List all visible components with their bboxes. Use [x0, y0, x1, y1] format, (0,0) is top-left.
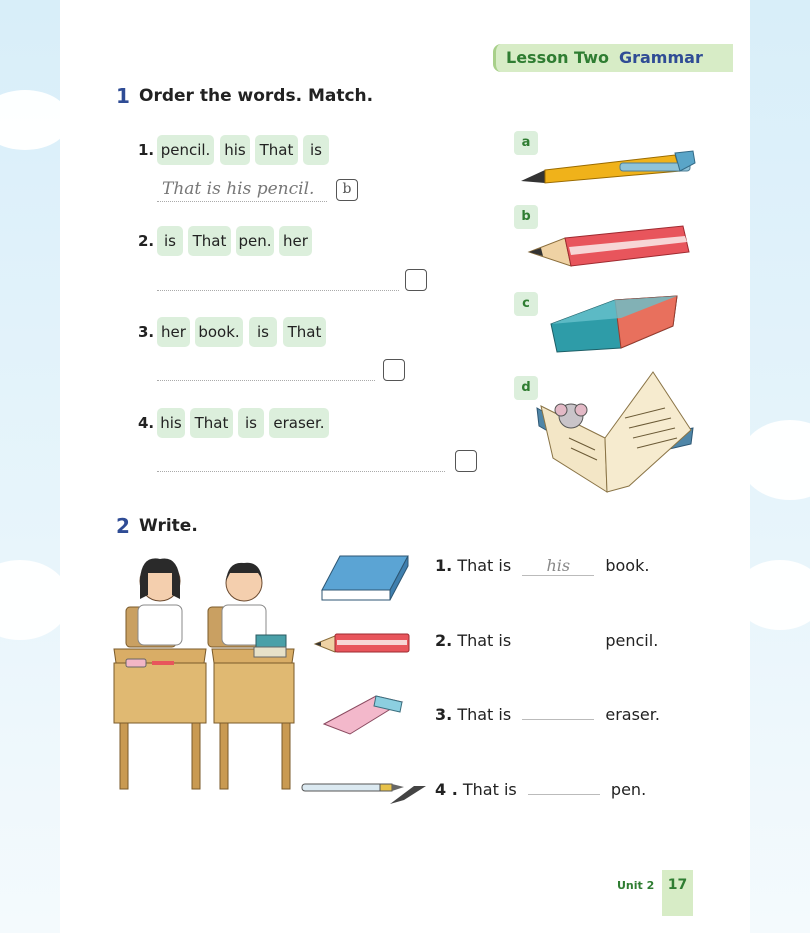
sentence-end: book.: [605, 556, 650, 575]
sentence-start: That is: [462, 780, 517, 799]
lesson-banner: Lesson Two Grammar: [493, 44, 733, 72]
match-box[interactable]: b: [336, 179, 358, 201]
book-icon: [321, 555, 409, 601]
answer-line[interactable]: [157, 380, 375, 381]
word-tile[interactable]: his: [220, 135, 250, 165]
word-tile[interactable]: her: [279, 226, 312, 256]
word-tile[interactable]: eraser.: [269, 408, 329, 438]
section-2-number: 2: [116, 514, 130, 538]
sentence-start: That is: [457, 556, 512, 575]
answer-line[interactable]: [157, 471, 445, 472]
write-sentence-3: 3. That is eraser.: [435, 705, 660, 724]
match-box[interactable]: [405, 269, 427, 291]
pencil-icon: [313, 633, 410, 653]
word-tile[interactable]: is: [249, 317, 277, 347]
word-tile[interactable]: is: [238, 408, 264, 438]
word-tile[interactable]: pen.: [236, 226, 274, 256]
word-tile[interactable]: That: [255, 135, 298, 165]
write-sentence-1: 1. That is his book.: [435, 556, 649, 576]
word-tile[interactable]: his: [157, 408, 185, 438]
answer-line[interactable]: [157, 290, 399, 291]
word-tile[interactable]: That: [188, 226, 231, 256]
match-box[interactable]: [455, 450, 477, 472]
word-tile[interactable]: is: [157, 226, 183, 256]
sentence-number: 1.: [435, 556, 453, 575]
answer-blank[interactable]: his: [522, 556, 595, 576]
word-tile[interactable]: book.: [195, 317, 243, 347]
item-number: 3.: [138, 323, 155, 341]
pencil-icon: [527, 225, 690, 267]
section-1-number: 1: [116, 84, 130, 108]
sentence-number: 4 .: [435, 780, 458, 799]
lesson-topic: Grammar: [618, 48, 703, 67]
write-sentence-4: 4 . That is pen.: [435, 780, 646, 799]
answer-blank[interactable]: [522, 719, 595, 720]
sentence-start: That is: [457, 631, 512, 650]
sentence-number: 3.: [435, 705, 453, 724]
sentence-end: pen.: [610, 780, 647, 799]
answer-text: That is his pencil.: [162, 179, 315, 199]
item-number: 1.: [138, 141, 155, 159]
word-tile[interactable]: is: [303, 135, 329, 165]
answer-blank[interactable]: [527, 794, 600, 795]
picture-letter: c: [514, 292, 538, 316]
sentence-start: That is: [457, 705, 512, 724]
pen-icon: [521, 150, 696, 184]
eraser-icon: [322, 695, 404, 735]
write-sentence-2: 2. That is pencil.: [435, 631, 658, 650]
sentence-number: 2.: [435, 631, 453, 650]
word-tile[interactable]: That: [283, 317, 326, 347]
word-tile[interactable]: pencil.: [157, 135, 214, 165]
section-1-title: Order the words. Match.: [139, 86, 374, 106]
answer-blank[interactable]: [522, 645, 594, 646]
sentence-end: pencil.: [605, 631, 659, 650]
page-number: 17: [662, 870, 693, 916]
open-book-icon: [536, 371, 694, 493]
word-tile[interactable]: her: [157, 317, 190, 347]
item-number: 4.: [138, 414, 155, 432]
match-box[interactable]: [383, 359, 405, 381]
word-tile[interactable]: That: [190, 408, 233, 438]
unit-label: Unit 2: [617, 879, 655, 892]
sentence-end: eraser.: [605, 705, 660, 724]
eraser-icon: [550, 295, 678, 353]
section-2-title: Write.: [139, 516, 198, 536]
pen-icon: [301, 783, 426, 804]
item-number: 2.: [138, 232, 155, 250]
lesson-label: Lesson Two: [506, 48, 609, 67]
answer-line: [157, 201, 327, 202]
children-at-desks-illustration: [113, 558, 295, 790]
